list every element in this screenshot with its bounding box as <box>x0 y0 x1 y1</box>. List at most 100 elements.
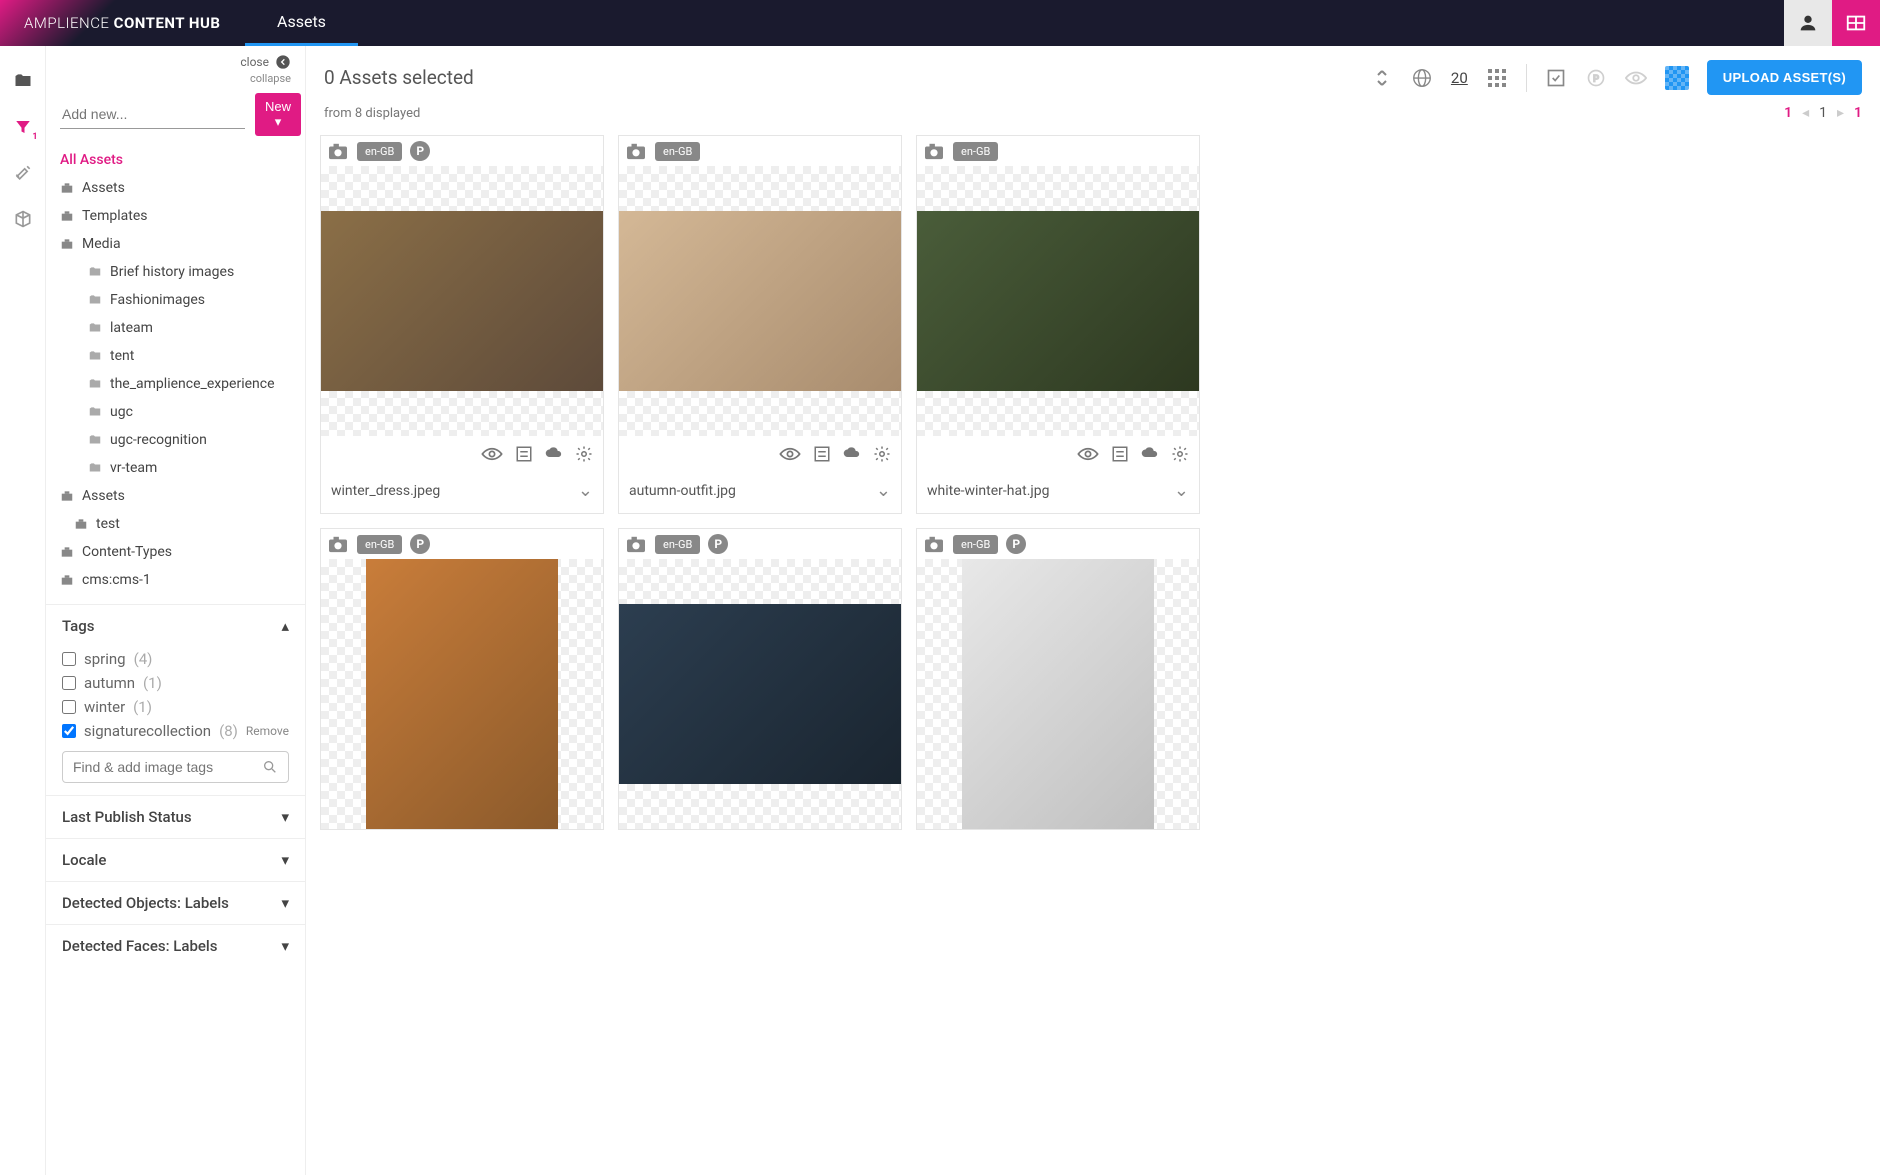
tab-assets[interactable]: Assets <box>245 0 358 46</box>
brand-bold: CONTENT HUB <box>114 14 221 32</box>
asset-card[interactable]: en-GBPwinter_dress.jpeg⌄ <box>320 135 604 514</box>
tag-checkbox[interactable] <box>62 676 76 690</box>
eye-icon[interactable] <box>1077 447 1099 461</box>
asset-thumbnail[interactable] <box>321 166 603 436</box>
nav-assets-2[interactable]: Assets <box>46 482 305 510</box>
collapse-label[interactable]: collapse <box>60 72 291 85</box>
nav-media-child[interactable]: the_amplience_experience <box>46 370 305 398</box>
chevron-down-icon[interactable]: ⌄ <box>876 480 891 501</box>
tag-row: winter (1) <box>62 695 289 719</box>
cloud-icon[interactable] <box>1141 445 1159 463</box>
tools-icon[interactable] <box>12 162 34 184</box>
locale-badge: en-GB <box>357 142 402 161</box>
asset-card[interactable]: en-GBautumn-outfit.jpg⌄ <box>618 135 902 514</box>
tags-section-head[interactable]: Tags ▴ <box>46 605 305 647</box>
nav-media-child[interactable]: lateam <box>46 314 305 342</box>
nav-media-child[interactable]: ugc <box>46 398 305 426</box>
asset-name: winter_dress.jpeg <box>331 483 440 499</box>
tag-checkbox[interactable] <box>62 724 76 738</box>
locale-badge: en-GB <box>655 535 700 554</box>
tag-remove[interactable]: Remove <box>246 724 289 738</box>
upload-button[interactable]: UPLOAD ASSET(S) <box>1707 60 1862 95</box>
nav-media-child[interactable]: tent <box>46 342 305 370</box>
nav-assets[interactable]: Assets <box>46 174 305 202</box>
asset-card[interactable]: en-GBP <box>618 528 902 830</box>
nav-media-child[interactable]: vr-team <box>46 454 305 482</box>
asset-card[interactable]: en-GBwhite-winter-hat.jpg⌄ <box>916 135 1200 514</box>
publish-icon[interactable]: P <box>1585 67 1607 89</box>
nav-all-assets[interactable]: All Assets <box>46 146 305 174</box>
eye-icon[interactable] <box>779 447 801 461</box>
cloud-icon[interactable] <box>545 445 563 463</box>
section-head[interactable]: Last Publish Status▾ <box>46 796 305 838</box>
section-head[interactable]: Detected Faces: Labels▾ <box>46 925 305 967</box>
gear-icon[interactable] <box>873 445 891 463</box>
folder-icon <box>88 461 102 475</box>
locale-badge: en-GB <box>357 535 402 554</box>
section-head[interactable]: Locale▾ <box>46 839 305 881</box>
asset-thumbnail[interactable] <box>619 559 901 829</box>
nav-media-child[interactable]: ugc-recognition <box>46 426 305 454</box>
tag-checkbox[interactable] <box>62 700 76 714</box>
asset-thumbnail[interactable] <box>321 559 603 829</box>
asset-thumbnail[interactable] <box>917 559 1199 829</box>
selected-text: 0 Assets selected <box>324 66 474 89</box>
select-all-icon[interactable] <box>1545 67 1567 89</box>
nav-templates[interactable]: Templates <box>46 202 305 230</box>
edit-icon[interactable] <box>813 445 831 463</box>
asset-card[interactable]: en-GBP <box>916 528 1200 830</box>
top-bar: AMPLIENCE CONTENT HUB Assets <box>0 0 1880 46</box>
content-area: 0 Assets selected 20 P UPLOAD ASSET(S) f… <box>306 46 1880 1175</box>
nav-media[interactable]: Media <box>46 230 305 258</box>
folder-icon <box>88 293 102 307</box>
asset-thumbnail[interactable] <box>917 166 1199 436</box>
nav-cms[interactable]: cms:cms-1 <box>46 566 305 594</box>
tag-label: spring <box>84 650 126 668</box>
asset-card[interactable]: en-GB P <box>320 528 604 830</box>
sort-icon[interactable] <box>1371 67 1393 89</box>
card-footer: winter_dress.jpeg ⌄ <box>321 472 603 513</box>
page-size[interactable]: 20 <box>1451 69 1468 87</box>
publish-badge: P <box>410 534 430 554</box>
folder-icon <box>88 433 102 447</box>
cube-icon[interactable] <box>12 208 34 230</box>
briefcase-icon <box>60 489 74 503</box>
briefcase-icon <box>60 237 74 251</box>
nav-media-child[interactable]: Brief history images <box>46 258 305 286</box>
asset-thumbnail[interactable] <box>619 166 901 436</box>
nav-media-child[interactable]: Fashionimages <box>46 286 305 314</box>
eye-icon[interactable] <box>481 447 503 461</box>
gear-icon[interactable] <box>1171 445 1189 463</box>
page-next-icon[interactable]: ▸ <box>1837 105 1844 121</box>
preview-icon[interactable] <box>1625 67 1647 89</box>
grid-view-icon[interactable] <box>1486 67 1508 89</box>
add-new-input[interactable] <box>60 100 245 129</box>
globe-icon[interactable] <box>1411 67 1433 89</box>
nav-content-types[interactable]: Content-Types <box>46 538 305 566</box>
briefcase-icon <box>60 545 74 559</box>
close-sidebar[interactable]: close <box>60 54 291 70</box>
nav-test[interactable]: test <box>46 510 305 538</box>
chevron-down-icon[interactable]: ⌄ <box>578 480 593 501</box>
page-prev-icon[interactable]: ◂ <box>1802 105 1809 121</box>
transparency-icon[interactable] <box>1665 66 1689 90</box>
user-icon[interactable] <box>1784 0 1832 46</box>
page-first[interactable]: 1 <box>1784 105 1792 121</box>
svg-text:P: P <box>1593 74 1599 84</box>
filter-icon[interactable]: 1 <box>12 116 34 138</box>
gear-icon[interactable] <box>575 445 593 463</box>
layout-icon[interactable] <box>1832 0 1880 46</box>
edit-icon[interactable] <box>1111 445 1129 463</box>
tag-search-input[interactable] <box>73 759 254 775</box>
tag-label: signaturecollection <box>84 722 211 740</box>
folder-icon[interactable] <box>12 70 34 92</box>
tag-checkbox[interactable] <box>62 652 76 666</box>
edit-icon[interactable] <box>515 445 533 463</box>
card-footer: white-winter-hat.jpg⌄ <box>917 472 1199 513</box>
new-button[interactable]: New ▾ <box>255 93 301 136</box>
page-last[interactable]: 1 <box>1854 105 1862 121</box>
tag-row: autumn (1) <box>62 671 289 695</box>
chevron-down-icon[interactable]: ⌄ <box>1174 480 1189 501</box>
cloud-icon[interactable] <box>843 445 861 463</box>
section-head[interactable]: Detected Objects: Labels▾ <box>46 882 305 924</box>
